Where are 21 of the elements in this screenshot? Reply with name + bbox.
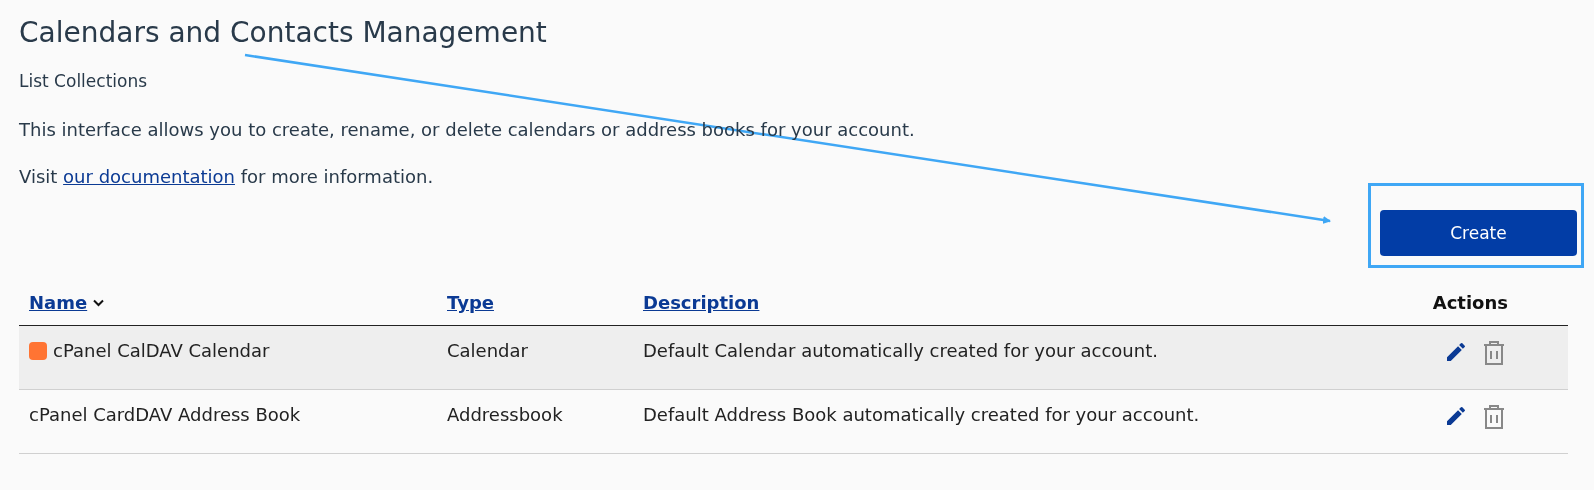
pencil-icon (1444, 340, 1468, 364)
column-header: Actions (1432, 292, 1508, 313)
column-header[interactable]: Name (29, 292, 105, 313)
page-title: Calendars and Contacts Management (19, 16, 548, 49)
table-cell-text: Calendar (447, 340, 529, 361)
section-subtitle: List Collections (19, 71, 149, 91)
pencil-icon (1444, 404, 1468, 428)
collection-name: cPanel CardDAV Address Book (29, 404, 301, 425)
column-header[interactable]: Type (447, 292, 494, 313)
table-cell-text: Default Address Book automatically created for your account. (643, 404, 1201, 425)
delete-button[interactable] (1482, 340, 1506, 366)
table-cell-text: Default Calendar automatically created for your account. (643, 340, 1159, 361)
create-button[interactable]: Create (1380, 210, 1577, 256)
documentation-link[interactable]: our documentation (63, 166, 235, 187)
delete-button[interactable] (1482, 404, 1506, 430)
table-cell-text: Addressbook (447, 404, 564, 425)
collection-name: cPanel CalDAV Calendar (53, 340, 270, 361)
column-header[interactable]: Description (643, 292, 760, 313)
documentation-text: Visit our documentation for more information. (19, 166, 435, 187)
trash-icon (1482, 404, 1506, 430)
trash-icon (1482, 340, 1506, 366)
